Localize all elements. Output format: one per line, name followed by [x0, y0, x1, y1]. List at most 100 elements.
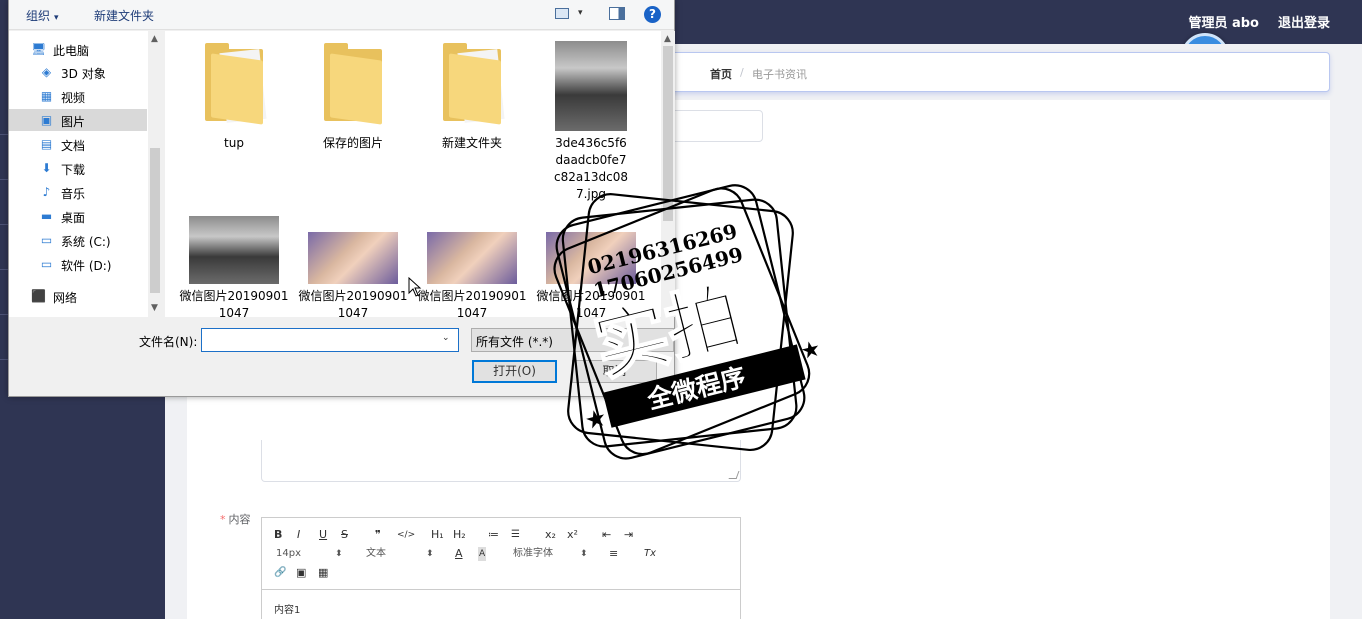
- nav-item-label: 图片: [61, 115, 86, 129]
- image-file-item[interactable]: 微信图片201909011047: [536, 216, 646, 317]
- editor-toolbar: B I U S ❞ </> H₁ H₂ ≔ ☰ x₂ x² ⇤ ⇥ 14px ⬍…: [262, 518, 740, 590]
- nav-item-music[interactable]: ♪ 音乐: [9, 181, 147, 203]
- breadcrumb: 首页 / 电子书资讯: [665, 52, 1330, 92]
- cancel-button[interactable]: 取消: [572, 360, 657, 383]
- link-button[interactable]: 🔗: [274, 566, 286, 580]
- file-name: 微信图片201909011047: [536, 289, 646, 317]
- nav-item-label: 此电脑: [53, 44, 90, 58]
- filename-input[interactable]: [201, 328, 459, 352]
- video-button[interactable]: ▦: [318, 566, 328, 580]
- file-name: 微信图片201909011047: [417, 289, 527, 317]
- preview-pane-icon[interactable]: [609, 7, 625, 20]
- nav-item-label: 下载: [61, 163, 86, 177]
- font-family-select[interactable]: 标准字体: [513, 547, 553, 561]
- nav-item-label: 桌面: [61, 211, 86, 225]
- video-icon: ▦: [40, 89, 53, 103]
- image-file-item[interactable]: 3de436c5f6daadcb0fe7c82a13dc087.jpg: [536, 41, 646, 201]
- nav-item-pictures[interactable]: ▣ 图片: [9, 109, 147, 131]
- heading1-button[interactable]: H₁: [431, 528, 444, 542]
- breadcrumb-home-link[interactable]: 首页: [710, 66, 732, 82]
- bullet-list-button[interactable]: ☰: [511, 528, 520, 542]
- image-file-item[interactable]: 微信图片201909011047: [298, 216, 408, 317]
- nav-item-document[interactable]: ▤ 文档: [9, 133, 147, 155]
- file-open-dialog: 组织 ▾ 新建文件夹 ▾ ? 🖥 此电脑 ◈ 3D 对象 ▦ 视频 ▣ 图片 ▤ 文档 ⬇ 下载 ♪ 音乐 ▬…: [8, 0, 675, 397]
- nav-item-video[interactable]: ▦ 视频: [9, 85, 147, 107]
- underline-button[interactable]: U: [319, 528, 327, 542]
- image-file-item[interactable]: 微信图片201909011047: [179, 216, 289, 317]
- help-icon[interactable]: ?: [644, 6, 661, 23]
- image-button[interactable]: ▣: [296, 566, 306, 580]
- file-type-value: 所有文件 (*.*): [476, 335, 553, 349]
- music-icon: ♪: [42, 185, 51, 199]
- strike-button[interactable]: S: [341, 528, 348, 542]
- resize-grip-icon[interactable]: [728, 471, 740, 479]
- nav-item-desktop[interactable]: ▬ 桌面: [9, 205, 147, 227]
- scrollbar-thumb[interactable]: [663, 46, 673, 221]
- nav-item-network[interactable]: ⬛ 网络: [9, 285, 147, 307]
- nav-item-computer[interactable]: 🖥 此电脑: [9, 38, 147, 60]
- rich-text-editor[interactable]: B I U S ❞ </> H₁ H₂ ≔ ☰ x₂ x² ⇤ ⇥ 14px ⬍…: [261, 517, 741, 619]
- editor-content[interactable]: 内容1: [274, 601, 300, 616]
- network-icon: ⬛: [31, 289, 46, 303]
- open-button[interactable]: 打开(O): [472, 360, 557, 383]
- nav-item-label: 3D 对象: [61, 67, 106, 81]
- quote-button[interactable]: ❞: [375, 528, 381, 542]
- file-name: 新建文件夹: [441, 136, 502, 150]
- image-thumbnail: [546, 232, 636, 284]
- dialog-toolbar: 组织 ▾ 新建文件夹 ▾ ?: [9, 0, 674, 30]
- content-field-label: * 内容: [220, 511, 251, 527]
- file-name: 保存的图片: [322, 136, 383, 150]
- heading2-button[interactable]: H₂: [453, 528, 466, 542]
- organize-label: 组织: [26, 9, 51, 23]
- clear-format-button[interactable]: Tx: [644, 547, 656, 561]
- nav-item-label: 音乐: [61, 187, 86, 201]
- file-pane-scrollbar[interactable]: ▲: [661, 31, 675, 317]
- code-block-button[interactable]: </>: [397, 528, 415, 542]
- scrollbar-thumb[interactable]: [150, 148, 160, 293]
- navigation-pane: 🖥 此电脑 ◈ 3D 对象 ▦ 视频 ▣ 图片 ▤ 文档 ⬇ 下载 ♪ 音乐 ▬ 桌面 ▭ 系统 (C:) ▭ 软件 …: [9, 31, 162, 317]
- background-color-button[interactable]: A: [478, 547, 487, 561]
- nav-item-download[interactable]: ⬇ 下载: [9, 157, 147, 179]
- breadcrumb-separator: /: [740, 66, 744, 79]
- organize-button[interactable]: 组织 ▾: [26, 7, 59, 24]
- nav-pane-scrollbar[interactable]: ▲ ▼: [148, 31, 162, 317]
- align-button[interactable]: ≡: [609, 547, 618, 561]
- logout-link[interactable]: 退出登录: [1278, 12, 1330, 31]
- nav-item-cube[interactable]: ◈ 3D 对象: [9, 61, 147, 83]
- view-mode-icon[interactable]: [555, 8, 569, 19]
- nav-item-drive-d[interactable]: ▭ 软件 (D:): [9, 253, 147, 275]
- scroll-down-icon[interactable]: ▼: [151, 303, 158, 313]
- breadcrumb-current: 电子书资讯: [752, 68, 807, 81]
- nav-item-label: 文档: [61, 139, 86, 153]
- italic-button[interactable]: I: [297, 528, 300, 542]
- cube-icon: ◈: [41, 65, 52, 79]
- folder-item[interactable]: 保存的图片: [298, 41, 408, 161]
- chevron-down-icon[interactable]: ▾: [578, 8, 583, 18]
- scroll-up-icon[interactable]: ▲: [664, 34, 671, 44]
- font-size-select[interactable]: 14px: [276, 547, 301, 561]
- font-color-button[interactable]: A: [455, 547, 463, 561]
- new-folder-button[interactable]: 新建文件夹: [94, 7, 154, 24]
- text-type-select[interactable]: 文本: [366, 547, 386, 561]
- file-name: 微信图片201909011047: [298, 289, 408, 317]
- folder-item[interactable]: tup: [179, 41, 289, 161]
- summary-textarea[interactable]: [261, 440, 741, 482]
- indent-button[interactable]: ⇥: [624, 528, 633, 542]
- image-file-item[interactable]: 微信图片201909011047: [417, 216, 527, 317]
- scroll-up-icon[interactable]: ▲: [151, 34, 158, 44]
- drive-c-icon: ▭: [40, 233, 53, 247]
- file-type-select[interactable]: 所有文件 (*.*): [471, 328, 674, 352]
- chevron-down-icon[interactable]: ⌄: [442, 333, 450, 343]
- ordered-list-button[interactable]: ≔: [488, 528, 499, 542]
- chevron-updown-icon: ⬍: [335, 549, 343, 559]
- superscript-button[interactable]: x²: [567, 528, 578, 542]
- image-thumbnail: [189, 216, 279, 284]
- content-label-text: 内容: [228, 513, 251, 526]
- folder-item[interactable]: 新建文件夹: [417, 41, 527, 161]
- subscript-button[interactable]: x₂: [545, 528, 556, 542]
- bold-button[interactable]: B: [274, 528, 282, 542]
- outdent-button[interactable]: ⇤: [602, 528, 611, 542]
- nav-item-drive-c[interactable]: ▭ 系统 (C:): [9, 229, 147, 251]
- computer-icon: 🖥: [31, 42, 47, 56]
- nav-item-label: 系统 (C:): [61, 235, 111, 249]
